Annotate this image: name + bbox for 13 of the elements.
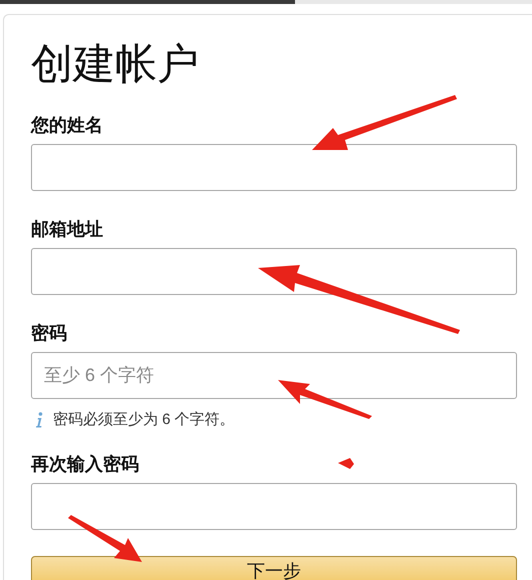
page-title: 创建帐户 <box>31 39 200 89</box>
annotation-mark <box>338 458 354 469</box>
hint-text: 密码必须至少为 6 个字符。 <box>53 410 235 430</box>
info-icon <box>35 412 43 428</box>
input-field[interactable]: 至少 6 个字符 <box>31 352 517 399</box>
input-field[interactable] <box>31 144 517 191</box>
input-field[interactable] <box>31 248 517 295</box>
next-button[interactable]: 下一步 <box>31 556 517 580</box>
field-label: 邮箱地址 <box>31 218 103 241</box>
field-label: 密码 <box>31 322 67 345</box>
field-label: 您的姓名 <box>31 114 103 137</box>
input-field[interactable] <box>31 482 517 530</box>
field-label: 再次输入密码 <box>31 452 139 476</box>
